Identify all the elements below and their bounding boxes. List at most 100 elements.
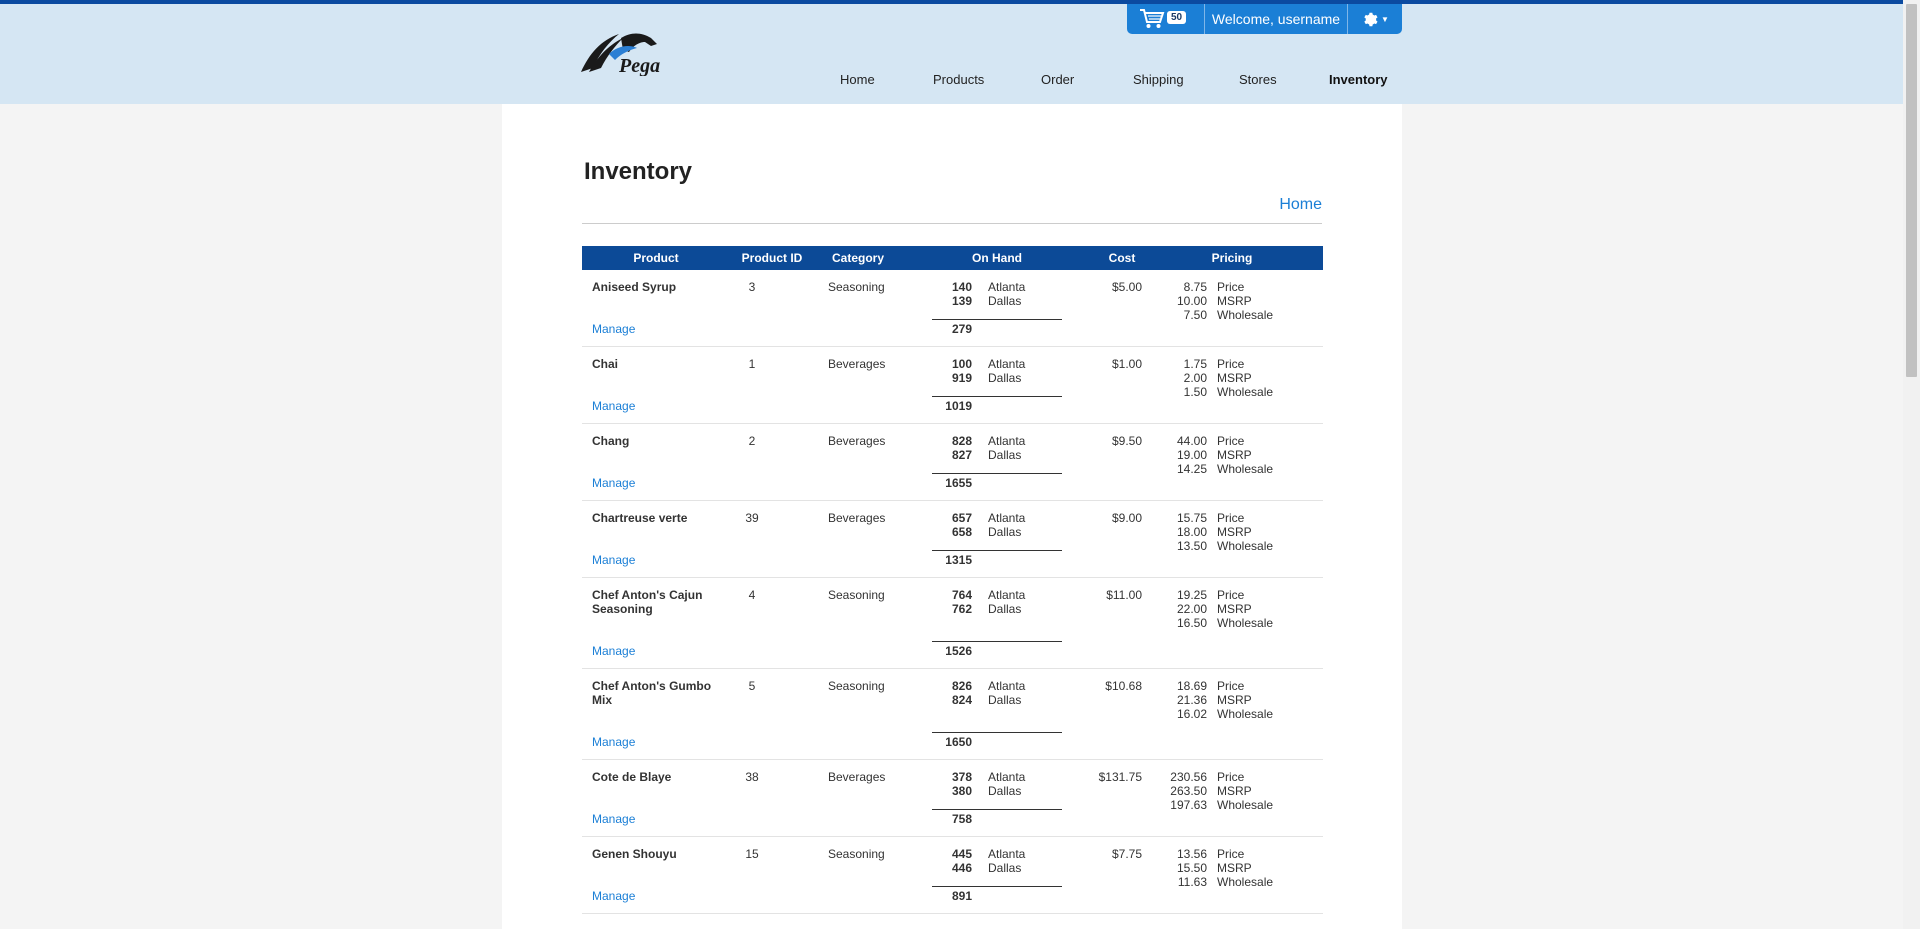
col-cost[interactable]: Cost xyxy=(1092,251,1152,265)
stock-line: 446 Dallas xyxy=(932,861,1072,875)
product-name: Aniseed Syrup xyxy=(592,280,677,294)
price-line: 11.63 Wholesale xyxy=(1157,875,1273,889)
stock-qty: 824 xyxy=(951,693,972,707)
price-label: MSRP xyxy=(1217,602,1252,616)
product-category: Beverages xyxy=(828,511,886,525)
title-divider xyxy=(582,223,1322,224)
product-category: Seasoning xyxy=(828,588,885,602)
product-id: 5 xyxy=(748,679,756,693)
price-line: 13.56 Price xyxy=(1157,847,1273,861)
manage-link[interactable]: Manage xyxy=(592,553,635,567)
col-product-id[interactable]: Product ID xyxy=(732,251,812,265)
price-value: 2.00 xyxy=(1183,371,1207,385)
manage-link[interactable]: Manage xyxy=(592,399,635,413)
product-name: Chang xyxy=(592,434,630,448)
pricing-cell: 19.25 Price 22.00 MSRP 16.50 Wholesale xyxy=(1157,588,1273,630)
price-value: 8.75 xyxy=(1183,280,1207,294)
price-value: 14.25 xyxy=(1176,462,1207,476)
stock-qty: 100 xyxy=(951,357,972,371)
price-line: 197.63 Wholesale xyxy=(1157,798,1273,812)
stock-line: 140 Atlanta xyxy=(932,280,1072,294)
pricing-cell: 230.56 Price 263.50 MSRP 197.63 Wholesale xyxy=(1157,770,1273,812)
on-hand-cell: 100 Atlanta 919 Dallas 1019 xyxy=(932,357,1072,413)
on-hand-cell: 445 Atlanta 446 Dallas 891 xyxy=(932,847,1072,903)
stock-qty: 828 xyxy=(951,434,972,448)
manage-link[interactable]: Manage xyxy=(592,735,635,749)
product-cost: $1.00 xyxy=(1111,357,1142,371)
stock-line: 827 Dallas xyxy=(932,448,1072,462)
product-id: 2 xyxy=(748,434,756,448)
price-line: 15.50 MSRP xyxy=(1157,861,1273,875)
price-label: Wholesale xyxy=(1217,308,1274,322)
price-label: Price xyxy=(1217,679,1245,693)
price-line: 19.00 MSRP xyxy=(1157,448,1273,462)
col-category[interactable]: Category xyxy=(816,251,900,265)
product-category: Beverages xyxy=(828,357,886,371)
scrollbar-thumb[interactable] xyxy=(1906,4,1917,377)
settings-menu-button[interactable]: ▼ xyxy=(1348,4,1402,34)
product-name: Cote de Blaye xyxy=(592,770,672,784)
price-line: 18.00 MSRP xyxy=(1157,525,1273,539)
price-value: 22.00 xyxy=(1176,602,1207,616)
stock-location: Dallas xyxy=(988,525,1022,539)
price-line: 15.75 Price xyxy=(1157,511,1273,525)
nav-home[interactable]: Home xyxy=(840,72,875,87)
stock-location: Atlanta xyxy=(988,847,1026,861)
product-id: 15 xyxy=(745,847,759,861)
manage-link[interactable]: Manage xyxy=(592,644,635,658)
total-rule xyxy=(932,396,1062,397)
price-line: 44.00 Price xyxy=(1157,434,1273,448)
welcome-user[interactable]: Welcome, username xyxy=(1205,4,1348,34)
price-line: 10.00 MSRP xyxy=(1157,294,1273,308)
nav-products[interactable]: Products xyxy=(933,72,984,87)
stock-location: Atlanta xyxy=(988,588,1026,602)
manage-link[interactable]: Manage xyxy=(592,322,635,336)
product-id: 39 xyxy=(745,511,759,525)
nav-shipping[interactable]: Shipping xyxy=(1133,72,1184,87)
price-line: 230.56 Price xyxy=(1157,770,1273,784)
stock-line: 139 Dallas xyxy=(932,294,1072,308)
table-row: Chef Anton's Gumbo Mix Manage 5 Seasoning 82… xyxy=(582,669,1323,760)
product-cost: $5.00 xyxy=(1111,280,1142,294)
price-value: 16.02 xyxy=(1176,707,1207,721)
total-rule xyxy=(932,809,1062,810)
on-hand-total: 891 xyxy=(951,889,972,903)
on-hand-cell: 764 Atlanta 762 Dallas 1526 xyxy=(932,588,1072,658)
price-value: 11.63 xyxy=(1177,875,1207,889)
nav-order[interactable]: Order xyxy=(1041,72,1074,87)
stock-location: Atlanta xyxy=(988,770,1026,784)
manage-link[interactable]: Manage xyxy=(592,889,635,903)
table-row: Genen Shouyu Manage 15 Seasoning 445 Atlanta 4… xyxy=(582,837,1323,914)
price-line: 2.00 MSRP xyxy=(1157,371,1273,385)
price-label: Wholesale xyxy=(1217,462,1274,476)
manage-link[interactable]: Manage xyxy=(592,476,635,490)
on-hand-cell: 378 Atlanta 380 Dallas 758 xyxy=(932,770,1072,826)
nav-inventory[interactable]: Inventory xyxy=(1329,72,1388,87)
pega-logo[interactable]: Pega xyxy=(579,28,684,77)
price-value: 15.50 xyxy=(1176,861,1207,875)
stock-line: 378 Atlanta xyxy=(932,770,1072,784)
total-rule xyxy=(932,473,1062,474)
on-hand-total: 1315 xyxy=(945,553,972,567)
price-label: Price xyxy=(1217,280,1245,294)
on-hand-total: 758 xyxy=(951,812,972,826)
stock-location: Dallas xyxy=(988,371,1022,385)
pricing-cell: 18.69 Price 21.36 MSRP 16.02 Wholesale xyxy=(1157,679,1273,721)
price-label: Price xyxy=(1217,770,1245,784)
breadcrumb-home-link[interactable]: Home xyxy=(1278,196,1322,214)
col-pricing[interactable]: Pricing xyxy=(1202,251,1262,265)
table-row: Chef Anton's Cajun Seasoning Manage 4 Seaso… xyxy=(582,578,1323,669)
on-hand-total: 1526 xyxy=(945,644,972,658)
col-product[interactable]: Product xyxy=(582,251,730,265)
stock-line: 764 Atlanta xyxy=(932,588,1072,602)
table-body: Aniseed Syrup Manage 3 Seasoning 140 Atlanta 1… xyxy=(582,270,1323,914)
pricing-cell: 44.00 Price 19.00 MSRP 14.25 Wholesale xyxy=(1157,434,1273,476)
cart-button[interactable]: 50 xyxy=(1127,4,1205,34)
nav-stores[interactable]: Stores xyxy=(1239,72,1277,87)
manage-link[interactable]: Manage xyxy=(592,812,635,826)
stock-qty: 764 xyxy=(951,588,972,602)
price-value: 13.50 xyxy=(1176,539,1207,553)
col-on-hand[interactable]: On Hand xyxy=(962,251,1032,265)
on-hand-cell: 826 Atlanta 824 Dallas 1650 xyxy=(932,679,1072,749)
stock-qty: 446 xyxy=(951,861,972,875)
